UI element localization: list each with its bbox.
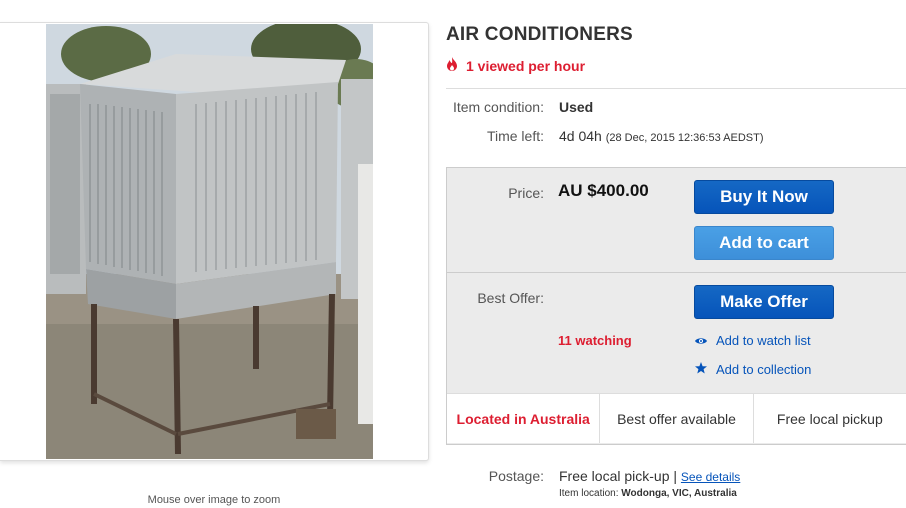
condition-label: Item condition:: [452, 99, 544, 115]
price-value: AU $400.00: [558, 181, 649, 200]
condition-value: Used: [559, 99, 594, 115]
flame-icon: [446, 57, 466, 74]
buy-it-now-button[interactable]: Buy It Now: [694, 180, 834, 214]
viewed-text: 1 viewed per hour: [466, 57, 586, 74]
zoom-hint: Mouse over image to zoom: [147, 494, 281, 506]
see-details-link[interactable]: See details: [681, 470, 740, 484]
highlights-bar: Located in Australia Best offer availabl…: [447, 393, 906, 443]
time-left-value: 4d 04h (28 Dec, 2015 12:36:53 AEDST): [559, 128, 763, 144]
star-icon: [695, 362, 716, 377]
add-to-collection-link[interactable]: Add to collection: [695, 362, 811, 377]
best-offer-label: Best Offer:: [477, 290, 544, 306]
item-location-value: Wodonga, VIC, Australia: [621, 488, 737, 499]
time-left-remaining: 4d 04h: [559, 128, 602, 144]
watching-count: 11 watching: [558, 333, 632, 348]
eye-icon: [695, 333, 716, 348]
item-title: AIR CONDITIONERS: [446, 24, 633, 45]
watch-list-label: Add to watch list: [716, 333, 811, 348]
postage-label: Postage:: [488, 468, 544, 484]
time-left-label: Time left:: [486, 128, 544, 144]
postage-row: Free local pick-up | See details: [559, 468, 740, 484]
product-photo[interactable]: [46, 24, 373, 459]
item-location-label: Item location:: [559, 488, 619, 499]
postage-separator: |: [673, 468, 678, 484]
price-label: Price:: [508, 185, 544, 201]
time-left-end: (28 Dec, 2015 12:36:53 AEDST): [605, 132, 764, 144]
highlight-location: Located in Australia: [447, 394, 601, 443]
divider: [446, 88, 906, 89]
postage-value: Free local pick-up: [559, 468, 670, 484]
add-to-cart-button[interactable]: Add to cart: [694, 226, 834, 260]
collection-label: Add to collection: [716, 362, 812, 377]
viewed-per-hour: 1 viewed per hour: [446, 57, 585, 74]
item-location: Item location: Wodonga, VIC, Australia: [559, 488, 737, 499]
highlight-best-offer: Best offer available: [600, 394, 754, 443]
highlight-pickup: Free local pickup: [776, 410, 883, 427]
add-to-watch-list-link[interactable]: Add to watch list: [695, 333, 811, 348]
price-divider: [447, 272, 906, 273]
make-offer-button[interactable]: Make Offer: [694, 285, 834, 319]
